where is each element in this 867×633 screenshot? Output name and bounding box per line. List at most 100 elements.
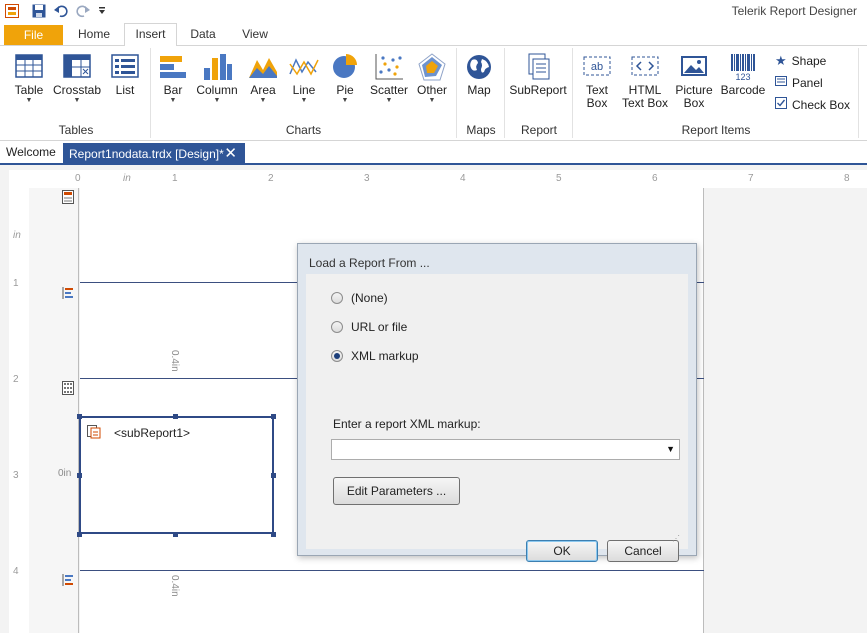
radio-xml-markup[interactable]: XML markup: [331, 349, 419, 363]
tab-file[interactable]: File: [4, 25, 63, 45]
resize-handle[interactable]: [173, 532, 178, 537]
group-separator: [150, 48, 151, 138]
dropdown-arrow-icon[interactable]: ▼: [666, 444, 675, 454]
ruler-tick: 3: [364, 173, 370, 184]
radio-none-label: (None): [351, 291, 388, 305]
scatter-chart-icon: [373, 52, 405, 82]
group-label-charts: Charts: [285, 123, 322, 137]
map-label: Map: [467, 83, 491, 97]
chevron-down-icon: ▼: [341, 97, 349, 104]
resize-handle[interactable]: [173, 414, 178, 419]
group-footer-icon[interactable]: [62, 573, 74, 587]
chevron-down-icon: ▼: [300, 97, 308, 104]
ruler-tick: 4: [460, 173, 466, 184]
cancel-button[interactable]: Cancel: [607, 540, 679, 562]
table-icon: [13, 52, 45, 82]
resize-handle[interactable]: [271, 414, 276, 419]
crosstab-icon: [61, 52, 93, 82]
resize-handle[interactable]: [77, 414, 82, 419]
panel-button[interactable]: Panel: [775, 74, 823, 92]
customize-icon[interactable]: [94, 3, 110, 19]
bar-chart-button[interactable]: Bar ▼: [156, 50, 190, 105]
table-button[interactable]: Table ▼: [9, 50, 49, 105]
subreport-button[interactable]: SubReport: [508, 50, 568, 97]
area-chart-icon: [247, 52, 279, 82]
group-header-icon[interactable]: [62, 286, 74, 300]
group-label-report: Report: [520, 123, 558, 137]
textbox-icon: ab: [581, 52, 613, 82]
xml-markup-label: Enter a report XML markup:: [333, 417, 481, 431]
title-bar: Telerik Report Designer: [0, 0, 867, 22]
picture-box-button[interactable]: Picture Box: [674, 50, 714, 110]
line-chart-button[interactable]: Line ▼: [287, 50, 321, 105]
save-icon[interactable]: [31, 3, 47, 19]
resize-handle[interactable]: [271, 473, 276, 478]
barcode-label: Barcode: [720, 83, 766, 97]
globe-icon: [463, 52, 495, 82]
column-chart-button[interactable]: Column ▼: [194, 50, 240, 105]
pie-chart-icon: [329, 52, 361, 82]
resize-grip-icon[interactable]: ⋰: [672, 534, 680, 543]
ruler-tick: 1: [172, 173, 178, 184]
tab-report-label: Report1nodata.trdx [Design]*: [69, 147, 224, 161]
pie-chart-button[interactable]: Pie ▼: [328, 50, 362, 105]
other-chart-button[interactable]: Other ▼: [413, 50, 451, 105]
radio-none[interactable]: (None): [331, 291, 388, 305]
resize-handle[interactable]: [77, 473, 82, 478]
list-icon: [109, 52, 141, 82]
resize-handle[interactable]: [77, 532, 82, 537]
checkbox-button[interactable]: Check Box: [775, 96, 850, 114]
ruler-tick: 6: [652, 173, 658, 184]
radio-button[interactable]: [331, 321, 343, 333]
dialog-title: Load a Report From ...: [309, 256, 430, 270]
checkbox-label: Check Box: [792, 98, 851, 112]
area-chart-button[interactable]: Area ▼: [246, 50, 280, 105]
html-textbox-icon: [629, 52, 661, 82]
dialog-body: (None) URL or file XML markup Enter a re…: [306, 274, 688, 562]
crosstab-button[interactable]: Crosstab ▼: [52, 50, 102, 105]
radio-button[interactable]: [331, 292, 343, 304]
group-separator: [504, 48, 505, 138]
band-gutter: [29, 188, 79, 633]
line-label: Line: [292, 83, 316, 97]
checkbox-icon: [775, 96, 787, 114]
shape-button[interactable]: ★ Shape: [775, 52, 826, 70]
redo-icon[interactable]: [75, 3, 91, 19]
detail-icon[interactable]: [62, 381, 74, 395]
table-label: Table: [14, 83, 44, 97]
scatter-chart-button[interactable]: Scatter ▼: [369, 50, 409, 105]
ruler-tick: 7: [748, 173, 754, 184]
barcode-button[interactable]: 123 Barcode: [718, 50, 768, 97]
tab-report-design[interactable]: Report1nodata.trdx [Design]* ✕: [63, 143, 245, 165]
tab-data[interactable]: Data: [180, 24, 226, 46]
tab-insert[interactable]: Insert: [124, 23, 177, 47]
undo-icon[interactable]: [53, 3, 69, 19]
textbox-glyph: ab: [591, 61, 603, 73]
panel-label: Panel: [792, 76, 823, 90]
chevron-down-icon: ▼: [213, 97, 221, 104]
group-label-report-items: Report Items: [681, 123, 751, 137]
list-button[interactable]: List: [106, 50, 144, 97]
radio-url-or-file[interactable]: URL or file: [331, 320, 407, 334]
bar-chart-icon: [157, 52, 189, 82]
xml-markup-combobox[interactable]: ▼: [331, 439, 680, 460]
tab-view[interactable]: View: [231, 24, 279, 46]
page-header-icon[interactable]: [62, 190, 74, 204]
close-icon[interactable]: ✕: [224, 143, 237, 165]
ok-button[interactable]: OK: [526, 540, 598, 562]
html-textbox-button[interactable]: HTML Text Box: [620, 50, 670, 110]
horizontal-ruler: 0 in 1 2 3 4 5 6 7 8: [9, 170, 867, 188]
subreport-item[interactable]: <subReport1>: [79, 416, 274, 534]
resize-handle[interactable]: [271, 532, 276, 537]
map-button[interactable]: Map: [462, 50, 496, 97]
band-separator[interactable]: [80, 570, 704, 571]
group-label-maps: Maps: [466, 123, 496, 137]
tab-home[interactable]: Home: [68, 24, 120, 46]
group-separator: [858, 48, 859, 138]
load-report-dialog: Load a Report From ... (None) URL or fil…: [297, 243, 697, 562]
edit-parameters-button[interactable]: Edit Parameters ...: [333, 477, 460, 505]
tab-welcome[interactable]: Welcome: [6, 145, 56, 159]
textbox-button[interactable]: ab Text Box: [580, 50, 614, 110]
radio-button-selected[interactable]: [331, 350, 343, 362]
textbox-label-2: Box: [586, 96, 608, 110]
